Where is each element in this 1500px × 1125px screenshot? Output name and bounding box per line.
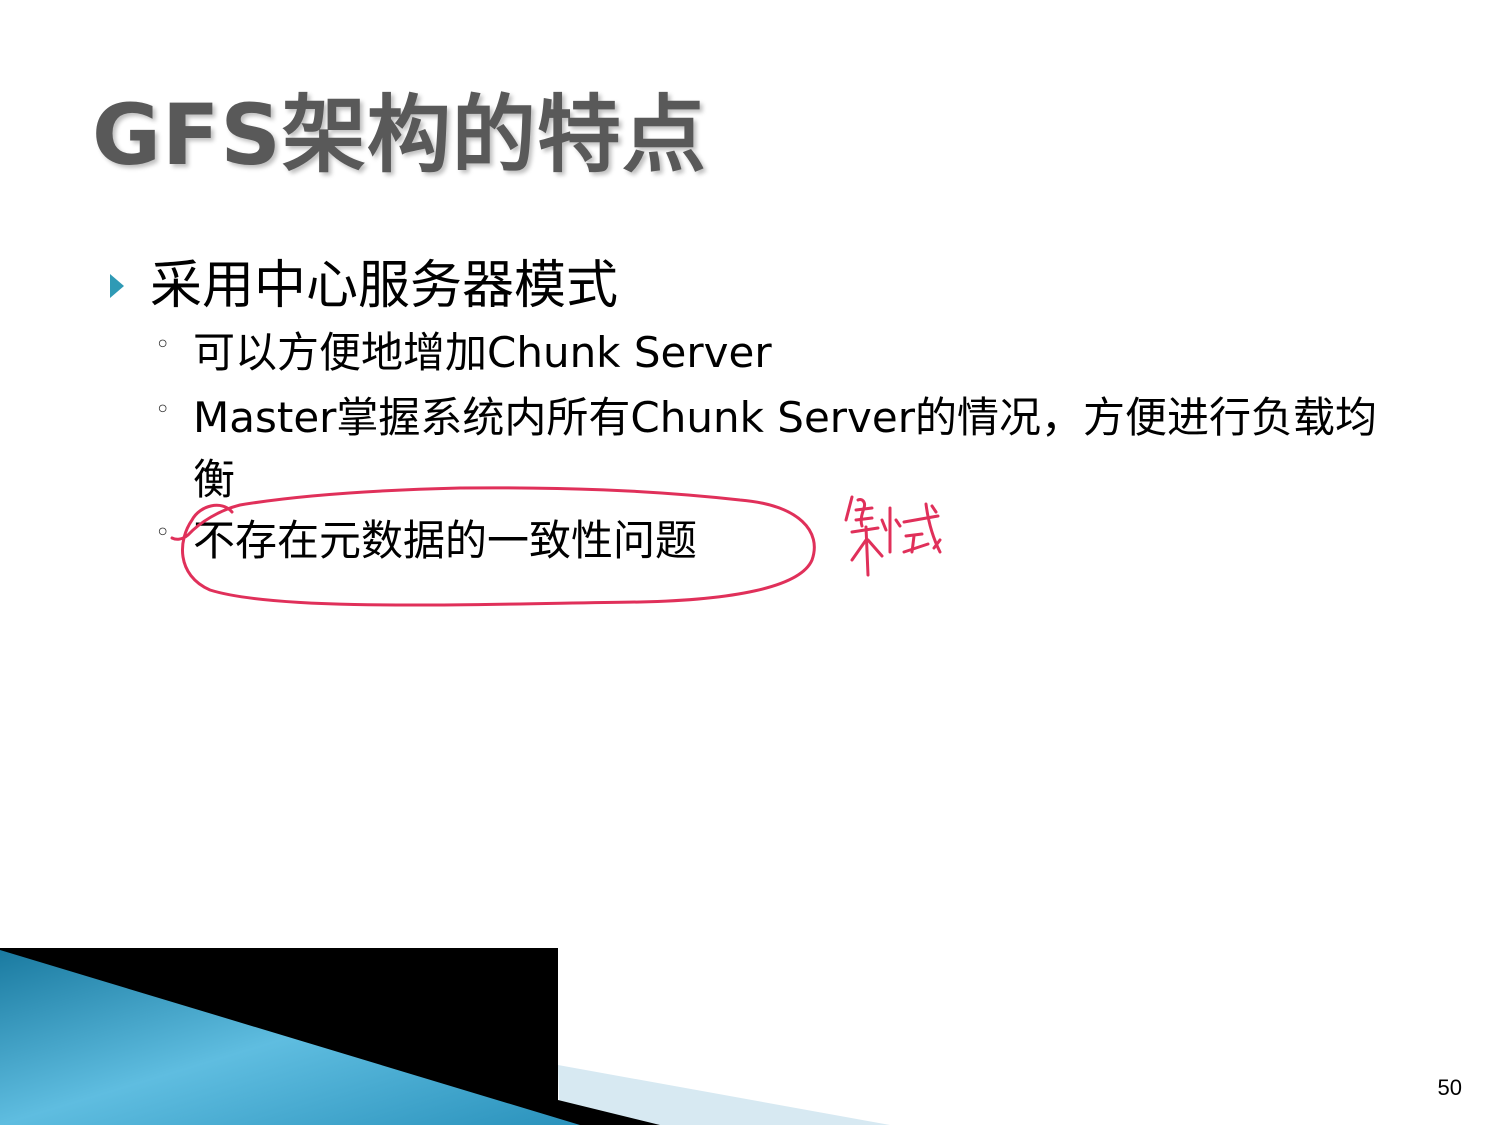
ink-annotations <box>170 486 942 607</box>
page-number: 50 <box>1437 1075 1462 1100</box>
slide: GFS架构的特点 采用中心服务器模式 ◦ 可以方便地增加Chunk Server… <box>0 0 1500 1125</box>
ink-circle <box>170 486 816 607</box>
handwritten-note-icon <box>844 495 942 577</box>
